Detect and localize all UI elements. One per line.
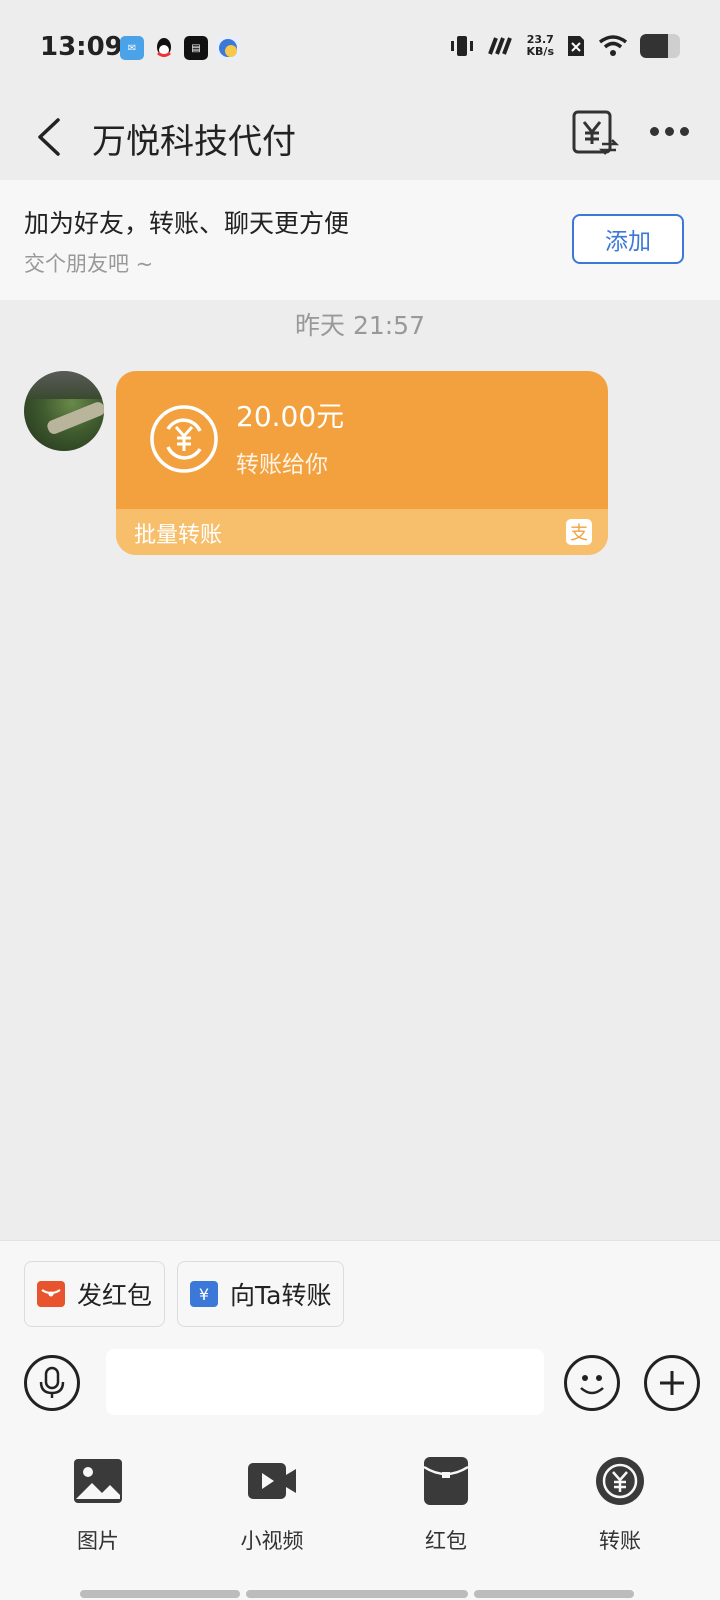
message-timestamp: 昨天 21:57 xyxy=(295,311,425,340)
network-speed: 23.7 KB/s xyxy=(526,33,554,58)
navigation-bar xyxy=(80,1590,640,1598)
transfer-message-card[interactable]: 20.00元 转账给你 批量转账 支 xyxy=(116,371,608,555)
smiley-icon xyxy=(580,1375,604,1395)
message-input-row xyxy=(0,1349,720,1417)
avatar-sky xyxy=(24,371,104,399)
add-friend-banner: 加为好友，转账、聊天更方便 交个朋友吧 ~ 添加 xyxy=(0,180,720,300)
signal-hd-icon xyxy=(487,37,512,55)
transfer-type-label: 批量转账 xyxy=(134,523,223,548)
battery-level xyxy=(640,34,668,58)
tool-video-label: 小视频 xyxy=(240,1529,304,1553)
yen-exchange-icon xyxy=(150,405,218,473)
more-functions-button[interactable] xyxy=(644,1355,700,1411)
quick-actions: 发红包 ¥ 向Ta转账 xyxy=(24,1261,345,1327)
tool-red-packet[interactable]: 红包 xyxy=(386,1455,506,1555)
tool-video[interactable]: 小视频 xyxy=(212,1455,332,1555)
tool-image[interactable]: 图片 xyxy=(38,1455,158,1555)
nav-segment xyxy=(474,1590,634,1598)
function-toolbar: 图片 小视频 红包 转账 xyxy=(0,1455,720,1565)
more-options-button[interactable] xyxy=(650,116,694,146)
image-icon xyxy=(74,1459,122,1503)
microphone-icon xyxy=(39,1366,65,1398)
transfer-card-footer: 批量转账 支 xyxy=(116,509,608,555)
tool-red-packet-label: 红包 xyxy=(425,1529,467,1553)
dot-icon xyxy=(665,126,674,136)
chat-app-icon: ✉ xyxy=(120,36,144,60)
transfer-description: 转账给你 xyxy=(236,452,328,478)
dot-icon xyxy=(650,126,659,136)
battery-icon xyxy=(640,34,680,58)
alipay-icon: 支 xyxy=(566,519,592,545)
back-button[interactable] xyxy=(30,112,70,162)
transfer-amount: 20.00元 xyxy=(236,400,345,433)
message-input[interactable] xyxy=(106,1349,544,1415)
add-friend-button[interactable]: 添加 xyxy=(572,214,684,264)
yen-transfer-icon xyxy=(572,110,620,155)
send-red-envelope-button[interactable]: 发红包 xyxy=(24,1261,166,1327)
chat-title: 万悦科技代付 xyxy=(92,122,296,162)
emoji-button[interactable] xyxy=(564,1355,620,1411)
tool-image-label: 图片 xyxy=(77,1529,119,1553)
transfer-record-button[interactable] xyxy=(570,108,620,158)
status-indicators: 23.7 KB/s xyxy=(449,34,680,58)
assistant-app-icon xyxy=(216,36,240,60)
avatar[interactable] xyxy=(24,371,104,451)
back-arrow-icon xyxy=(38,118,60,156)
status-app-icons: ✉ ▤ xyxy=(120,36,240,60)
plus-icon xyxy=(660,1371,684,1395)
send-red-envelope-label: 发红包 xyxy=(77,1281,153,1310)
video-icon xyxy=(248,1463,296,1499)
transfer-to-ta-label: 向Ta转账 xyxy=(230,1281,332,1310)
status-time: 13:09 xyxy=(40,32,123,62)
nav-segment xyxy=(80,1590,240,1598)
transfer-icon xyxy=(596,1457,644,1505)
tool-transfer[interactable]: 转账 xyxy=(560,1455,680,1555)
voice-button[interactable] xyxy=(24,1355,80,1411)
yen-card-icon: ¥ xyxy=(190,1281,219,1307)
tool-transfer-label: 转账 xyxy=(599,1529,641,1553)
banner-subtitle: 交个朋友吧 ~ xyxy=(24,252,154,276)
qq-icon xyxy=(152,36,176,60)
vibrate-icon xyxy=(450,36,473,56)
no-sim-icon xyxy=(568,36,584,56)
banner-title: 加为好友，转账、聊天更方便 xyxy=(24,209,350,238)
input-panel: 发红包 ¥ 向Ta转账 图片 小视频 红包 转账 xyxy=(0,1240,720,1600)
dot-icon xyxy=(680,126,689,136)
chat-header: 万悦科技代付 xyxy=(0,96,720,180)
status-bar: 13:09 ✉ ▤ 23.7 KB/s xyxy=(0,0,720,96)
nav-segment xyxy=(246,1590,468,1598)
red-envelope-icon xyxy=(37,1281,65,1307)
transfer-to-ta-button[interactable]: ¥ 向Ta转账 xyxy=(177,1261,345,1327)
wifi-icon xyxy=(598,35,628,56)
red-packet-icon xyxy=(423,1457,469,1505)
news-app-icon: ▤ xyxy=(184,36,208,60)
avatar-path xyxy=(45,400,104,436)
